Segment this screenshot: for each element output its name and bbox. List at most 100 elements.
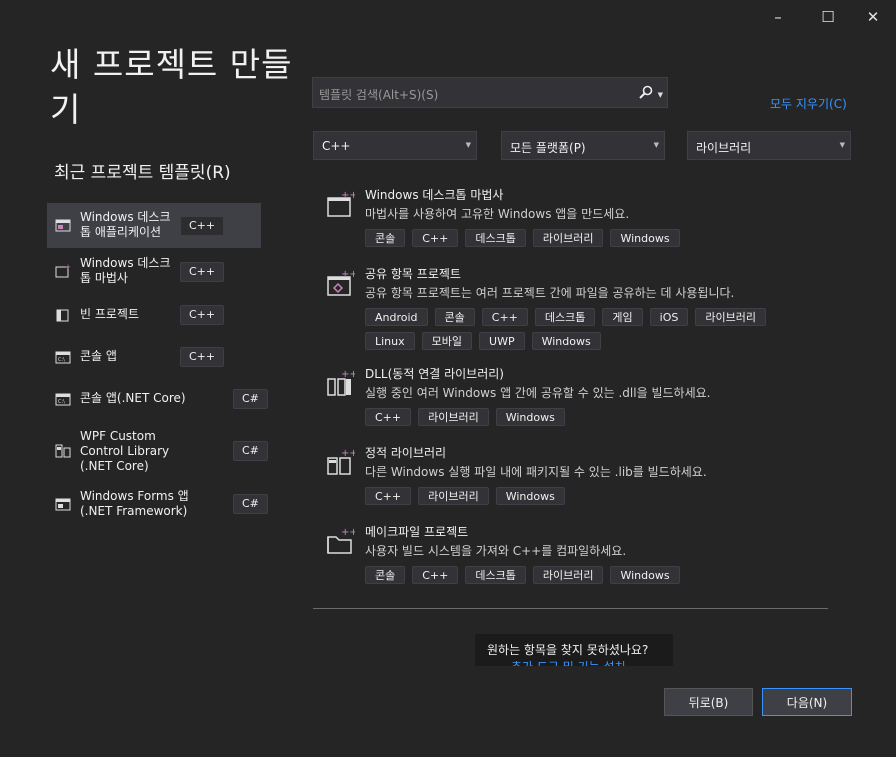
next-button[interactable]: 다음(N) xyxy=(762,688,852,716)
wizard-icon: ++ xyxy=(327,190,355,217)
svg-text:C:\: C:\ xyxy=(58,357,65,363)
chevron-down-icon: ▼ xyxy=(465,141,471,149)
tag: C++ xyxy=(412,566,459,584)
tag: 라이브러리 xyxy=(418,408,489,426)
template-item[interactable]: ++ 정적 라이브러리 다른 Windows 실행 파일 내에 패키지될 수 있… xyxy=(313,444,833,510)
tag: 데스크톱 xyxy=(465,229,526,247)
console-icon: C:\ xyxy=(55,351,71,364)
search-icon[interactable] xyxy=(639,85,653,99)
recent-item[interactable]: Windows Forms 앱(.NET Framework) C# xyxy=(47,486,268,522)
shared-items-icon: ++ xyxy=(327,269,355,296)
tag: iOS xyxy=(649,308,689,326)
wpf-library-icon xyxy=(55,444,71,458)
template-description: 다른 Windows 실행 파일 내에 패키지될 수 있는 .lib를 빌드하세… xyxy=(365,465,707,479)
chevron-down-icon: ▼ xyxy=(839,141,845,149)
not-found-tooltip: 원하는 항목을 찾지 못하셨나요? 추가 도구 및 기능 설치 xyxy=(475,634,673,666)
template-tags: Android 콘솔 C++ 데스크톱 게임 iOS 라이브러리 Linux 모… xyxy=(365,308,785,350)
recent-item-label: 빈 프로젝트 xyxy=(80,307,140,321)
template-tags: 콘솔 C++ 데스크톱 라이브러리 Windows xyxy=(365,566,785,584)
tag: 데스크톱 xyxy=(465,566,526,584)
tag: Android xyxy=(365,308,428,326)
template-name: 메이크파일 프로젝트 xyxy=(365,525,469,539)
install-tools-link[interactable]: 추가 도구 및 기능 설치 xyxy=(511,658,626,666)
tag: Windows xyxy=(531,332,601,350)
template-description: 공유 항목 프로젝트는 여러 프로젝트 간에 파일을 공유하는 데 사용됩니다. xyxy=(365,286,735,300)
console-icon: C:\ xyxy=(55,393,71,406)
template-item[interactable]: ++ 메이크파일 프로젝트 사용자 빌드 시스템을 가져와 C++를 컴파일하세… xyxy=(313,523,833,589)
search-input[interactable]: 템플릿 검색(Alt+S)(S) ▼ xyxy=(312,77,668,108)
recent-item[interactable]: Windows 데스크톱 애플리케이션 C++ xyxy=(47,203,261,248)
recent-item-label: 콘솔 앱(.NET Core) xyxy=(80,391,186,405)
recent-item-label: 콘솔 앱 xyxy=(80,349,117,363)
svg-text:C:\: C:\ xyxy=(58,399,65,405)
recent-item[interactable]: 빈 프로젝트 C++ xyxy=(47,302,261,328)
recent-item-label: Windows 데스크톱 마법사 xyxy=(80,256,171,285)
project-type-dropdown-value: 라이브러리 xyxy=(696,141,752,155)
tag: Linux xyxy=(365,332,415,350)
chevron-down-icon: ▼ xyxy=(653,141,659,149)
template-tags: 콘솔 C++ 데스크톱 라이브러리 Windows xyxy=(365,229,785,247)
language-badge: C++ xyxy=(180,262,225,282)
tag: C++ xyxy=(412,229,459,247)
tag: C++ xyxy=(481,308,528,326)
language-badge: C++ xyxy=(180,347,225,367)
maximize-button[interactable]: ☐ xyxy=(805,4,851,30)
tag: 라이브러리 xyxy=(418,487,489,505)
language-badge: C# xyxy=(233,494,268,514)
not-found-text: 원하는 항목을 찾지 못하셨나요? xyxy=(487,643,649,657)
svg-text:++: ++ xyxy=(341,190,355,201)
static-library-icon: ++ xyxy=(327,448,355,475)
tag: C++ xyxy=(365,408,412,426)
language-badge: C# xyxy=(233,441,268,461)
tag: UWP xyxy=(479,332,525,350)
page-title: 새 프로젝트 만들기 xyxy=(50,45,293,129)
recent-item[interactable]: C:\ 콘솔 앱(.NET Core) C# xyxy=(47,386,268,412)
language-badge: C++ xyxy=(180,305,225,325)
recent-item[interactable]: + Windows 데스크톱 마법사 C++ xyxy=(47,250,261,292)
clear-all-link[interactable]: 모두 지우기(C) xyxy=(770,95,847,112)
tag: 라이브러리 xyxy=(532,566,604,584)
windows-forms-icon xyxy=(55,498,71,511)
chevron-down-icon[interactable]: ▼ xyxy=(658,91,663,99)
svg-text:++: ++ xyxy=(341,269,355,280)
makefile-icon: ++ xyxy=(327,527,355,554)
language-dropdown[interactable]: C++ ▼ xyxy=(313,131,477,160)
recent-item-label: Windows Forms 앱(.NET Framework) xyxy=(80,489,189,518)
svg-text:+: + xyxy=(65,263,71,271)
project-type-dropdown[interactable]: 라이브러리 ▼ xyxy=(687,131,851,160)
template-tags: C++ 라이브러리 Windows xyxy=(365,408,785,426)
template-name: 공유 항목 프로젝트 xyxy=(365,267,461,281)
language-badge: C++ xyxy=(180,216,225,236)
search-placeholder: 템플릿 검색(Alt+S)(S) xyxy=(319,88,439,102)
template-item[interactable]: ++ 공유 항목 프로젝트 공유 항목 프로젝트는 여러 프로젝트 간에 파일을… xyxy=(313,265,833,351)
divider xyxy=(313,608,828,609)
svg-text:++: ++ xyxy=(341,369,355,380)
back-button[interactable]: 뒤로(B) xyxy=(664,688,753,716)
tag: Windows xyxy=(495,487,565,505)
desktop-app-icon xyxy=(55,219,71,232)
recent-templates-heading: 최근 프로젝트 템플릿(R) xyxy=(54,163,231,183)
minimize-button[interactable]: – xyxy=(755,4,801,30)
close-button[interactable]: ✕ xyxy=(850,4,896,30)
recent-item[interactable]: C:\ 콘솔 앱 C++ xyxy=(47,344,261,370)
template-item[interactable]: ++ Windows 데스크톱 마법사 마법사를 사용하여 고유한 Window… xyxy=(313,186,833,252)
tag: 라이브러리 xyxy=(695,308,766,326)
template-tags: C++ 라이브러리 Windows xyxy=(365,487,785,505)
recent-item-label: Windows 데스크톱 애플리케이션 xyxy=(80,210,171,239)
tag: 라이브러리 xyxy=(532,229,604,247)
tag: 게임 xyxy=(602,308,643,326)
dll-icon: ++ xyxy=(327,369,355,396)
recent-item[interactable]: WPF Custom Control Library (.NET Core) C… xyxy=(47,427,268,475)
tag: C++ xyxy=(365,487,412,505)
tag: 콘솔 xyxy=(365,229,406,247)
tag: 콘솔 xyxy=(434,308,475,326)
tag: Windows xyxy=(610,229,680,247)
empty-project-icon xyxy=(56,309,69,322)
template-description: 실행 중인 여러 Windows 앱 간에 공유할 수 있는 .dll을 빌드하… xyxy=(365,386,711,400)
tag: 데스크톱 xyxy=(534,308,596,326)
template-name: 정적 라이브러리 xyxy=(365,446,447,460)
template-item[interactable]: ++ DLL(동적 연결 라이브러리) 실행 중인 여러 Windows 앱 간… xyxy=(313,365,833,431)
tag: 콘솔 xyxy=(365,566,406,584)
platform-dropdown[interactable]: 모든 플랫폼(P) ▼ xyxy=(501,131,665,160)
template-name: Windows 데스크톱 마법사 xyxy=(365,188,504,202)
